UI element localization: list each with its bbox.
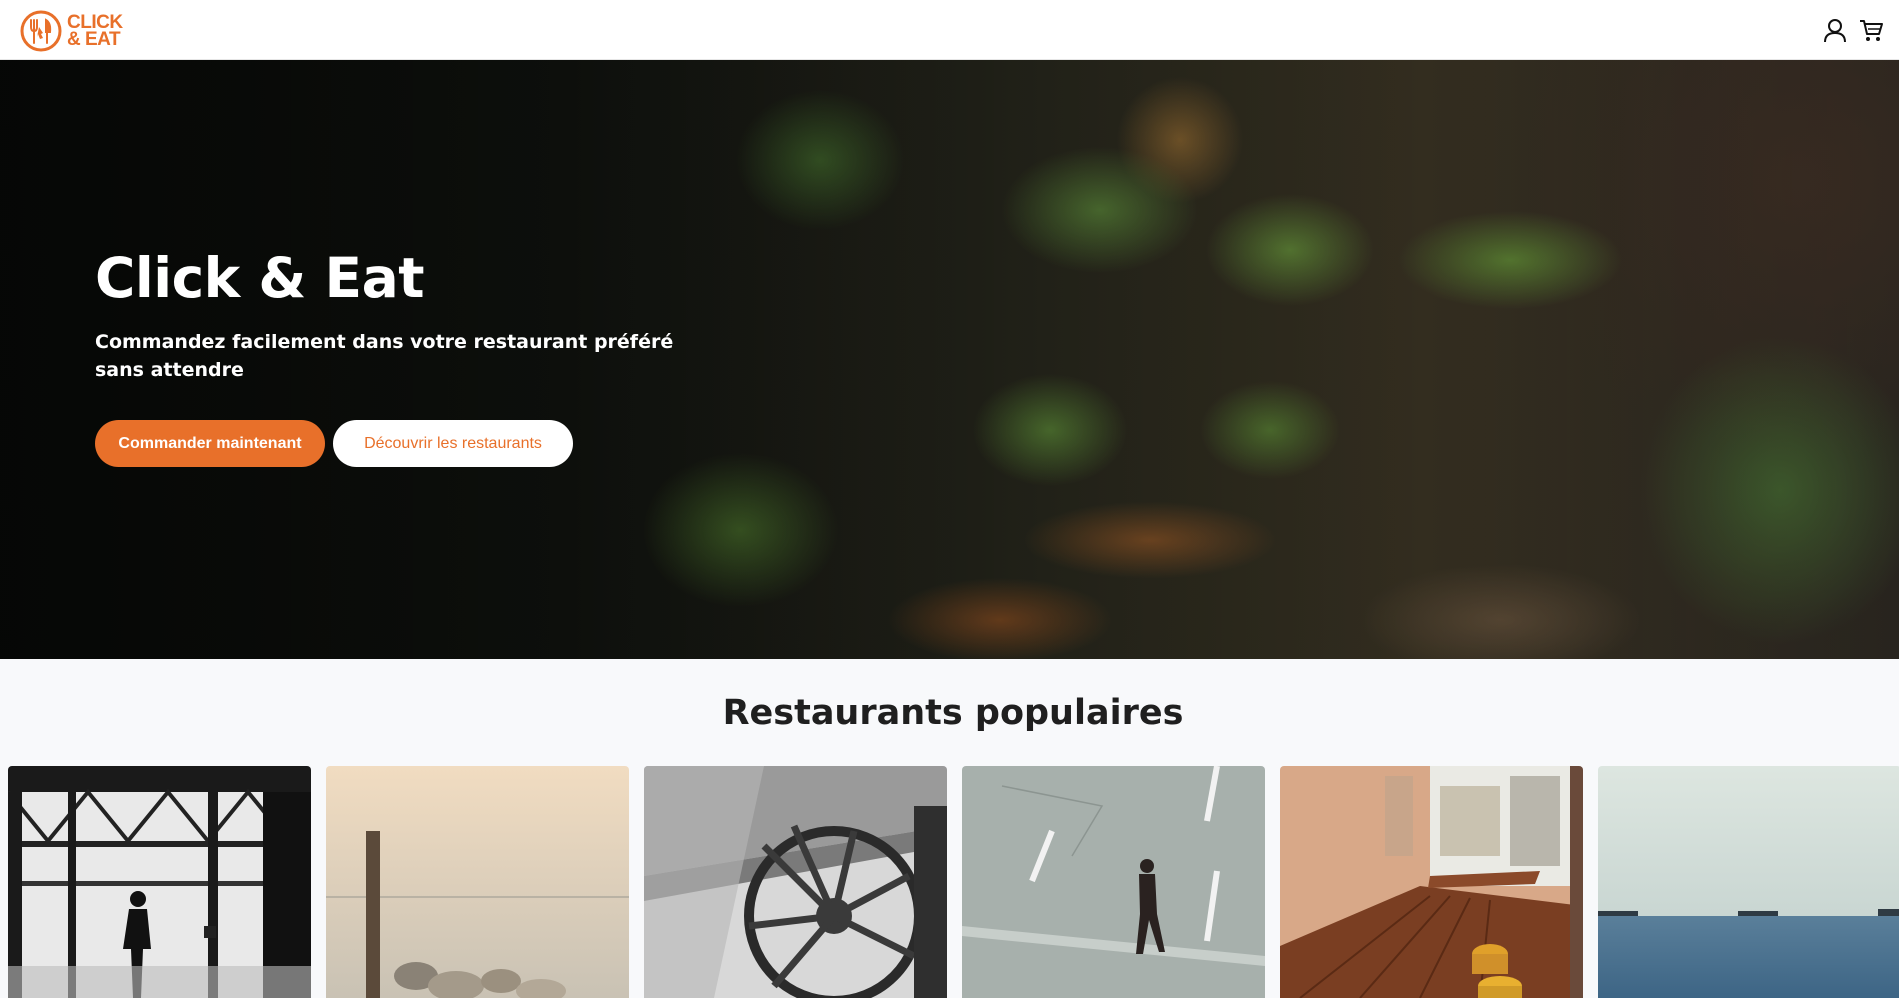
user-icon xyxy=(1824,19,1846,43)
order-now-button[interactable]: Commander maintenant xyxy=(95,420,325,467)
restaurant-cards xyxy=(0,766,1899,998)
cart-button[interactable] xyxy=(1857,16,1885,44)
account-button[interactable] xyxy=(1821,16,1849,44)
popular-restaurants-title: Restaurants populaires xyxy=(722,693,1184,733)
hero-subtitle: Commandez facilement dans votre restaura… xyxy=(95,331,674,381)
sea-ships-image xyxy=(1598,766,1899,998)
beach-post-image xyxy=(326,766,629,998)
hero-banner: Click & Eat Commandez facilement dans vo… xyxy=(0,60,1899,659)
restaurant-card[interactable] xyxy=(962,766,1265,998)
restaurant-card[interactable] xyxy=(326,766,629,998)
site-header: CLICK & EAT xyxy=(0,0,1899,60)
logo-line-1: CLICK xyxy=(67,11,123,33)
man-walking-street-image xyxy=(962,766,1265,998)
restaurant-card[interactable] xyxy=(1598,766,1899,998)
man-at-window-image xyxy=(8,766,311,998)
restaurant-card[interactable] xyxy=(1280,766,1583,998)
cafe-table-image xyxy=(1280,766,1583,998)
wagon-wheel-image xyxy=(644,766,947,998)
cart-icon xyxy=(1860,20,1883,41)
hero-title: Click & Eat xyxy=(95,246,425,310)
logo-line-2: & EAT xyxy=(67,28,121,50)
logo-icon xyxy=(20,10,62,51)
discover-restaurants-button[interactable]: Découvrir les restaurants xyxy=(333,420,573,467)
logo[interactable]: CLICK & EAT xyxy=(19,8,123,53)
logo-text: CLICK & EAT xyxy=(67,11,123,50)
restaurant-card[interactable] xyxy=(644,766,947,998)
restaurant-card[interactable] xyxy=(8,766,311,998)
